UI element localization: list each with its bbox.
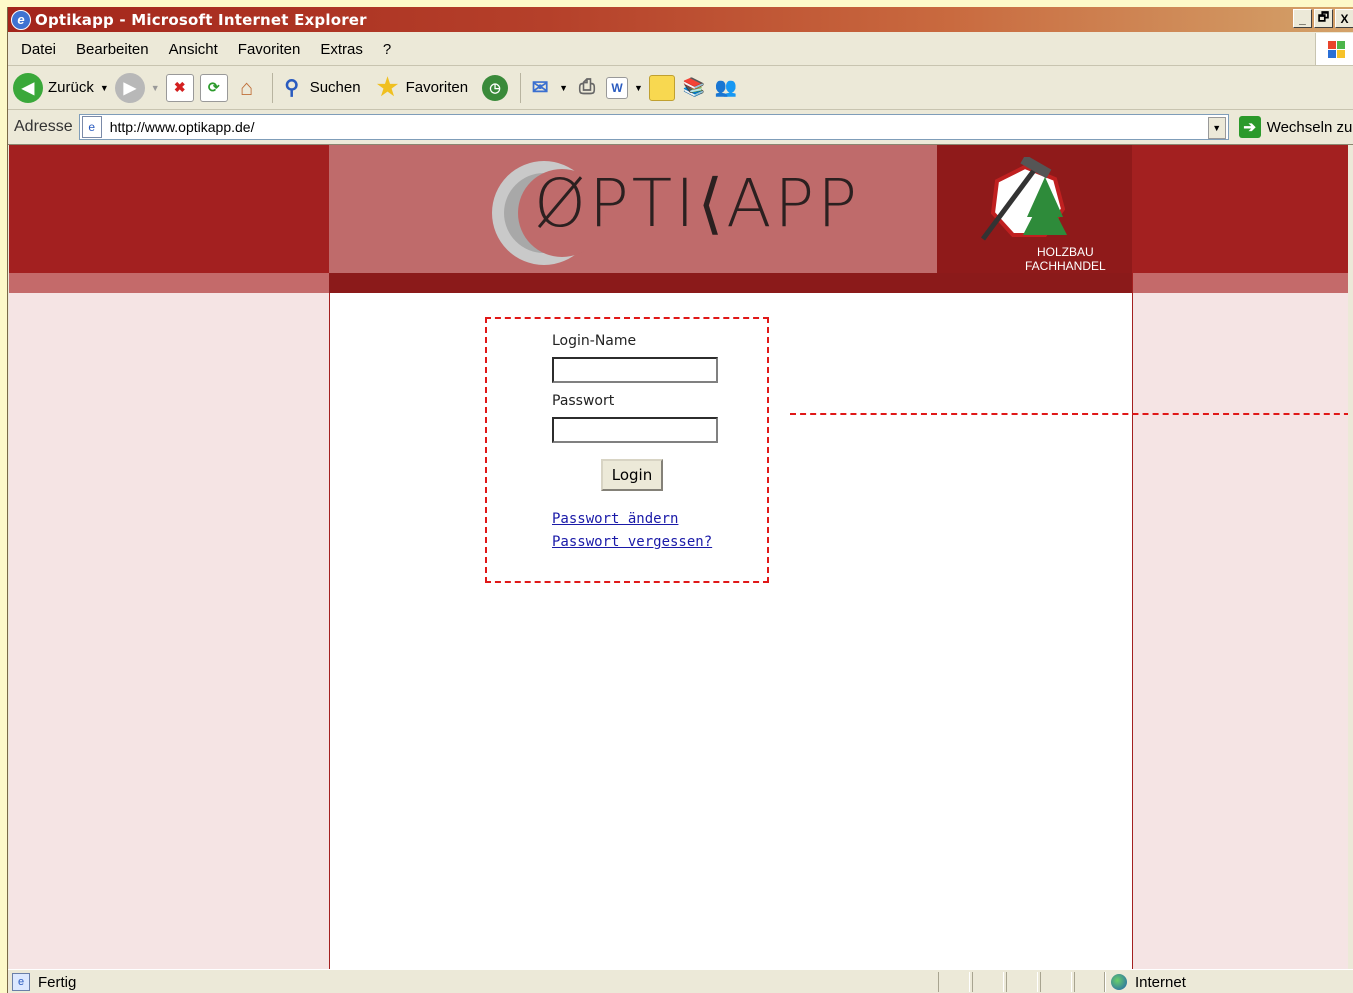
toolbar: ◀ Zurück ▼ ▶ ▼ ✖ ⟳ ⌂ ⚲ Suchen ★ Favorite… — [8, 66, 1353, 110]
stop-icon: ✖ — [165, 73, 194, 102]
favorites-label: Favoriten — [405, 79, 469, 96]
research-icon: 📚 — [682, 77, 706, 97]
toolbar-separator — [520, 72, 522, 103]
password-label: Passwort — [552, 393, 615, 409]
home-icon: ⌂ — [240, 74, 254, 100]
header-dark-stripe — [329, 273, 1132, 293]
holzbau-label: HOLZBAU FACHHANDEL — [1025, 245, 1106, 273]
edit-dropdown-icon[interactable]: ▼ — [634, 83, 643, 93]
address-dropdown-icon[interactable]: ▼ — [1207, 117, 1226, 139]
vertical-scrollbar[interactable] — [1348, 145, 1353, 969]
back-dropdown-icon[interactable]: ▼ — [100, 83, 109, 93]
star-icon: ★ — [376, 74, 399, 101]
username-input[interactable] — [552, 357, 718, 383]
restore-button[interactable]: 🗗 — [1314, 9, 1333, 28]
status-text: Fertig — [38, 973, 77, 991]
status-panels — [938, 972, 1108, 992]
window-controls: _ 🗗 X — [1293, 9, 1353, 28]
search-label: Suchen — [309, 79, 361, 96]
refresh-button[interactable]: ⟳ — [199, 73, 228, 102]
print-button[interactable]: ⎙ — [574, 75, 600, 101]
holzbau-badge: HOLZBAU FACHHANDEL — [937, 145, 1132, 273]
minimize-button[interactable]: _ — [1293, 9, 1312, 28]
mail-dropdown-icon[interactable]: ▼ — [559, 83, 568, 93]
forgot-password-link[interactable]: Passwort vergessen? — [552, 534, 712, 550]
holzbau-line2: FACHHANDEL — [1025, 259, 1106, 273]
search-button[interactable]: ⚲ Suchen — [279, 75, 361, 101]
back-button[interactable]: ◀ Zurück ▼ — [13, 72, 109, 103]
hammer-tree-icon — [980, 157, 1067, 241]
note-icon — [648, 74, 675, 101]
menu-help[interactable]: ? — [373, 41, 401, 58]
username-label: Login-Name — [552, 333, 637, 349]
menu-bearbeiten[interactable]: Bearbeiten — [66, 41, 159, 58]
address-bar: Adresse e http://www.optikapp.de/ ▼ ➔ We… — [8, 110, 1353, 145]
go-label: Wechseln zu — [1266, 118, 1353, 136]
print-icon: ⎙ — [579, 76, 596, 98]
address-label: Adresse — [14, 118, 73, 135]
menu-ansicht[interactable]: Ansicht — [159, 41, 228, 58]
mail-button[interactable]: ✉ ▼ — [527, 75, 568, 101]
page-icon: e — [81, 116, 102, 138]
status-bar: e Fertig Internet — [8, 969, 1353, 993]
discuss-button[interactable] — [648, 74, 675, 101]
close-button[interactable]: X — [1335, 9, 1353, 28]
back-label: Zurück — [48, 79, 94, 96]
menu-bar: Datei Bearbeiten Ansicht Favoriten Extra… — [8, 33, 1353, 66]
window-title: Optikapp - Microsoft Internet Explorer — [35, 10, 367, 29]
globe-icon — [1111, 974, 1127, 990]
zone-label: Internet — [1135, 973, 1186, 991]
login-button[interactable]: Login — [601, 459, 663, 491]
address-field[interactable]: e http://www.optikapp.de/ ▼ — [78, 114, 1229, 140]
refresh-icon: ⟳ — [199, 73, 228, 102]
optikapp-logo: ØPTI⟨APP — [534, 165, 861, 242]
history-button[interactable]: ◷ — [482, 74, 509, 101]
home-button[interactable]: ⌂ — [234, 75, 260, 101]
status-panel — [938, 972, 970, 992]
messenger-icon: 👥 — [714, 77, 738, 97]
go-arrow-icon: ➔ — [1238, 116, 1261, 138]
page-content: ØPTI⟨APP HOLZBAU FACHHANDEL Login-Name P… — [9, 145, 1353, 969]
menu-favoriten[interactable]: Favoriten — [228, 41, 311, 58]
edit-button[interactable]: W ▼ — [606, 76, 643, 99]
page-status-icon: e — [12, 973, 30, 991]
history-icon: ◷ — [482, 74, 509, 101]
security-zone[interactable]: Internet — [1104, 972, 1186, 992]
status-panel — [1040, 972, 1072, 992]
search-icon: ⚲ — [284, 77, 300, 99]
word-icon: W — [606, 76, 629, 99]
back-arrow-icon: ◀ — [13, 72, 43, 103]
holzbau-line1: HOLZBAU — [1037, 245, 1094, 259]
status-panel — [972, 972, 1004, 992]
login-form: Login-Name Passwort Login Passwort änder… — [485, 317, 769, 583]
ie-icon: e — [11, 9, 31, 30]
windows-flag-icon — [1315, 33, 1353, 65]
menu-datei[interactable]: Datei — [8, 41, 66, 58]
forward-dropdown-icon[interactable]: ▼ — [151, 83, 160, 93]
mail-icon: ✉ — [531, 77, 549, 99]
logo-area: ØPTI⟨APP — [329, 145, 937, 273]
url-text[interactable]: http://www.optikapp.de/ — [110, 119, 255, 135]
annotation-line — [790, 413, 1353, 415]
forward-arrow-icon: ▶ — [114, 72, 145, 103]
messenger-button[interactable]: 👥 — [713, 75, 739, 101]
password-input[interactable] — [552, 417, 718, 443]
favorites-button[interactable]: ★ Favoriten — [375, 74, 469, 101]
title-bar: e Optikapp - Microsoft Internet Explorer… — [8, 7, 1353, 32]
browser-window: e Optikapp - Microsoft Internet Explorer… — [7, 7, 1353, 993]
change-password-link[interactable]: Passwort ändern — [552, 511, 678, 527]
menu-extras[interactable]: Extras — [310, 41, 373, 58]
status-panel — [1006, 972, 1038, 992]
toolbar-separator — [271, 72, 273, 103]
stop-button[interactable]: ✖ — [165, 73, 194, 102]
status-panel — [1074, 972, 1106, 992]
research-button[interactable]: 📚 — [681, 75, 707, 101]
go-button[interactable]: ➔ Wechseln zu — [1238, 116, 1353, 138]
forward-button[interactable]: ▶ ▼ — [114, 72, 160, 103]
